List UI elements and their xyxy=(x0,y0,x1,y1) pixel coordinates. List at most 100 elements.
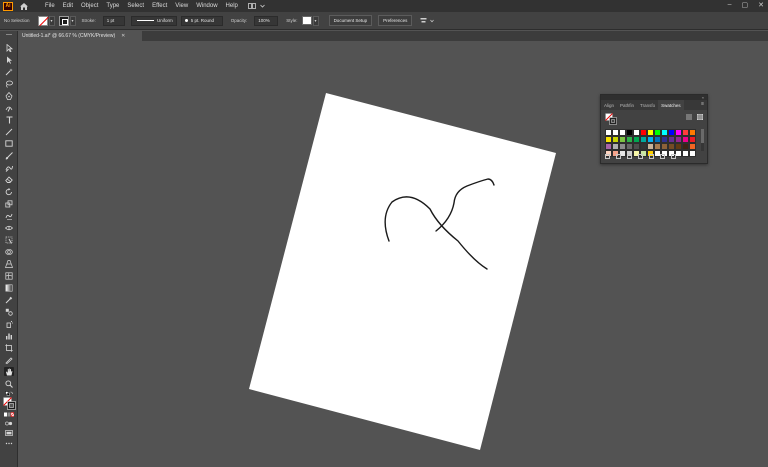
zoom-tool-icon[interactable] xyxy=(4,379,14,388)
variable-width-profile[interactable]: Uniform xyxy=(130,15,177,26)
show-kinds-icon[interactable] xyxy=(616,154,621,159)
tab-align[interactable]: Align xyxy=(601,100,617,110)
menu-window[interactable]: Window xyxy=(192,3,221,9)
color-swatch[interactable] xyxy=(612,129,619,136)
color-swatch[interactable] xyxy=(619,143,626,150)
rectangle-tool-icon[interactable] xyxy=(4,139,14,148)
color-swatch[interactable] xyxy=(675,129,682,136)
color-swatch[interactable] xyxy=(647,136,654,143)
stroke-swatch[interactable] xyxy=(58,15,69,26)
color-swatch[interactable] xyxy=(675,143,682,150)
color-swatch[interactable] xyxy=(626,136,633,143)
arrange-documents-icon[interactable] xyxy=(247,3,256,9)
screen-mode-icon[interactable] xyxy=(4,429,14,436)
color-swatch[interactable] xyxy=(654,136,661,143)
paintbrush-tool-icon[interactable] xyxy=(4,151,14,160)
opacity-field[interactable]: 100% xyxy=(254,15,279,26)
free-transform-tool-icon[interactable] xyxy=(4,235,14,244)
color-swatch[interactable] xyxy=(633,143,640,150)
graphic-style-swatch[interactable] xyxy=(301,16,312,25)
color-swatch[interactable] xyxy=(612,136,619,143)
width-tool-icon[interactable] xyxy=(4,223,14,232)
color-swatch[interactable] xyxy=(626,129,633,136)
color-swatch[interactable] xyxy=(654,143,661,150)
document-tab[interactable]: Untitled-1.ai* @ 66.67 % (CMYK/Preview) … xyxy=(18,31,142,41)
swatches-scrollbar[interactable] xyxy=(701,129,704,151)
default-colors-icon[interactable] xyxy=(4,390,14,396)
menu-effect[interactable]: Effect xyxy=(148,3,171,9)
shaper-tool-icon[interactable] xyxy=(4,163,14,172)
color-swatch[interactable] xyxy=(682,143,689,150)
color-swatch[interactable] xyxy=(612,143,619,150)
type-tool-icon[interactable] xyxy=(4,115,14,124)
artboard[interactable] xyxy=(249,93,556,450)
chevron-down-icon[interactable] xyxy=(430,19,435,23)
toolbar-collapse-icon[interactable] xyxy=(4,32,14,36)
color-swatch[interactable] xyxy=(689,136,696,143)
fill-dropdown[interactable]: ▾ xyxy=(48,15,55,26)
arrange-documents[interactable] xyxy=(247,3,265,9)
preferences-button[interactable]: Preferences xyxy=(378,15,413,26)
menu-object[interactable]: Object xyxy=(77,3,102,9)
new-swatch-icon[interactable] xyxy=(660,154,665,159)
menu-type[interactable]: Type xyxy=(102,3,123,9)
swatch-options-icon[interactable] xyxy=(627,154,632,159)
symbol-sprayer-tool-icon[interactable] xyxy=(4,319,14,328)
warp-tool-icon[interactable] xyxy=(4,211,14,220)
column-graph-tool-icon[interactable] xyxy=(4,331,14,340)
color-swatch[interactable] xyxy=(619,129,626,136)
style-dropdown[interactable]: ▾ xyxy=(312,15,319,26)
scale-tool-icon[interactable] xyxy=(4,199,14,208)
stroke-dropdown[interactable]: ▾ xyxy=(69,15,76,26)
color-swatch[interactable] xyxy=(675,150,682,157)
color-swatch[interactable] xyxy=(640,129,647,136)
drawing-mode-icon[interactable] xyxy=(4,420,14,426)
color-swatch[interactable] xyxy=(661,129,668,136)
document-setup-button[interactable]: Document Setup xyxy=(328,15,373,26)
new-color-group-icon[interactable] xyxy=(649,154,654,159)
pen-tool-icon[interactable] xyxy=(4,91,14,100)
color-swatch[interactable] xyxy=(675,136,682,143)
color-swatch[interactable] xyxy=(605,143,612,150)
close-tab-icon[interactable]: ✕ xyxy=(121,33,125,39)
lasso-tool-icon[interactable] xyxy=(4,79,14,88)
color-group-icon[interactable] xyxy=(638,154,643,159)
color-swatch[interactable] xyxy=(689,129,696,136)
rotate-tool-icon[interactable] xyxy=(4,187,14,196)
magic-wand-tool-icon[interactable] xyxy=(4,67,14,76)
menu-edit[interactable]: Edit xyxy=(59,3,77,9)
eyedropper-tool-icon[interactable] xyxy=(4,295,14,304)
color-swatch[interactable] xyxy=(682,136,689,143)
color-swatch[interactable] xyxy=(633,136,640,143)
perspective-grid-tool-icon[interactable] xyxy=(4,259,14,268)
color-swatch[interactable] xyxy=(661,143,668,150)
mesh-tool-icon[interactable] xyxy=(4,271,14,280)
arrange-controls[interactable] xyxy=(420,17,435,24)
opacity-label[interactable]: Opacity: xyxy=(231,18,248,23)
grid-view-icon[interactable] xyxy=(697,114,703,120)
color-swatch[interactable] xyxy=(654,129,661,136)
color-mode-icons[interactable] xyxy=(4,411,14,417)
gradient-tool-icon[interactable] xyxy=(4,283,14,292)
color-swatch[interactable] xyxy=(605,136,612,143)
stroke-label[interactable]: Stroke: xyxy=(82,18,96,23)
blend-tool-icon[interactable] xyxy=(4,307,14,316)
color-swatch[interactable] xyxy=(668,129,675,136)
swatch-libraries-icon[interactable] xyxy=(605,154,610,159)
stroke-weight-field[interactable]: 1 pt xyxy=(102,15,125,26)
chevron-down-icon[interactable] xyxy=(260,4,265,8)
tab-transform[interactable]: Transfo xyxy=(637,100,658,110)
color-swatch[interactable] xyxy=(682,150,689,157)
shape-builder-tool-icon[interactable] xyxy=(4,247,14,256)
tab-swatches[interactable]: Swatches xyxy=(658,100,684,110)
maximize-button[interactable]: ▢ xyxy=(742,1,749,9)
color-swatch[interactable] xyxy=(689,150,696,157)
minimize-button[interactable]: – xyxy=(728,1,732,9)
color-swatch[interactable] xyxy=(626,143,633,150)
align-icon[interactable] xyxy=(420,17,427,24)
color-swatch[interactable] xyxy=(668,136,675,143)
menu-file[interactable]: File xyxy=(41,3,59,9)
edit-toolbar-icon[interactable] xyxy=(4,441,14,446)
color-swatch[interactable] xyxy=(668,143,675,150)
menu-help[interactable]: Help xyxy=(222,3,242,9)
